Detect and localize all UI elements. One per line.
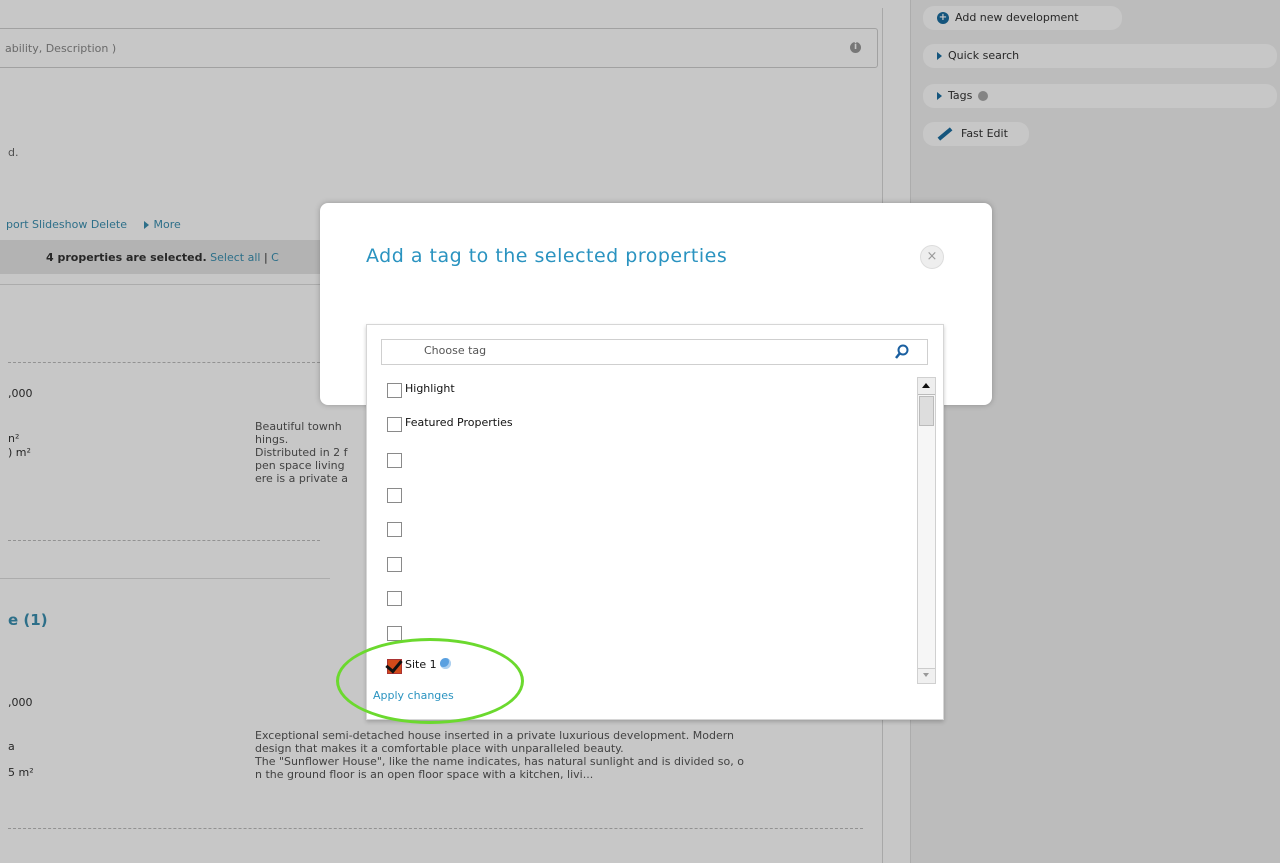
- tag-list-scrollbar[interactable]: [917, 377, 936, 684]
- tag-label-text: Site 1: [405, 658, 437, 671]
- tag-label: Highlight: [405, 382, 455, 395]
- scroll-thumb[interactable]: [919, 396, 934, 426]
- tag-label: Featured Properties: [405, 416, 513, 429]
- tag-label: Site 1: [405, 658, 451, 671]
- tag-checkbox[interactable]: [387, 453, 402, 468]
- tag-search-input[interactable]: [422, 343, 886, 358]
- scroll-down-arrow-icon[interactable]: [918, 668, 935, 683]
- dialog-title: Add a tag to the selected properties: [366, 245, 728, 267]
- tag-search-box[interactable]: [381, 339, 928, 365]
- search-icon[interactable]: [894, 344, 910, 360]
- scroll-up-arrow-icon[interactable]: [918, 378, 935, 395]
- apply-changes-link[interactable]: Apply changes: [373, 689, 454, 702]
- tag-dropdown: Highlight Featured Properties: [366, 324, 944, 720]
- tag-checkbox[interactable]: [387, 383, 402, 398]
- tag-checkbox[interactable]: [387, 522, 402, 537]
- tag-list: Highlight Featured Properties Site 1: [383, 381, 913, 681]
- close-icon[interactable]: ×: [920, 245, 944, 269]
- tag-checkbox-checked[interactable]: [387, 659, 402, 674]
- tag-checkbox[interactable]: [387, 557, 402, 572]
- globe-icon: [439, 658, 451, 669]
- tag-checkbox[interactable]: [387, 488, 402, 503]
- tag-checkbox[interactable]: [387, 626, 402, 641]
- tag-checkbox[interactable]: [387, 417, 402, 432]
- tag-checkbox[interactable]: [387, 591, 402, 606]
